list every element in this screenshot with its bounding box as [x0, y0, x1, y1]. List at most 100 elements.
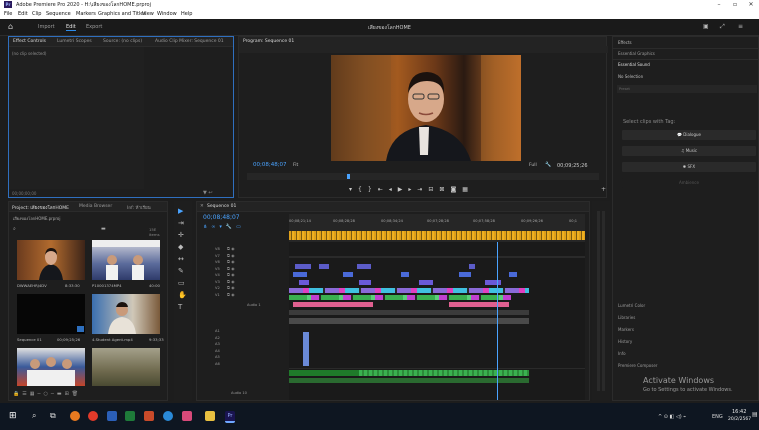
ambience-button[interactable]: Ambience: [622, 178, 756, 188]
tab-source[interactable]: Source: (no clips): [103, 39, 142, 44]
panel-premiere-composer[interactable]: Premiere Composer: [618, 363, 657, 368]
workspace-menu-icon[interactable]: ≡: [738, 23, 743, 30]
workspace-import[interactable]: Import: [38, 24, 55, 30]
task-view-icon[interactable]: ⧉: [50, 411, 56, 421]
audio-clip-a2[interactable]: [289, 378, 529, 383]
home-icon[interactable]: ⌂: [8, 22, 13, 31]
time-ruler[interactable]: 00;08;21;14 00;08;28;28 00;08;34;24 00;0…: [289, 214, 585, 242]
tab-media-browser[interactable]: Media Browser: [79, 204, 112, 209]
go-to-out-icon[interactable]: ⇥: [417, 186, 428, 193]
tab-effect-controls[interactable]: Effect Controls: [13, 39, 46, 44]
menu-sequence[interactable]: Sequence: [46, 11, 71, 17]
file-explorer-icon[interactable]: [205, 411, 215, 421]
step-back-icon[interactable]: ◂: [389, 186, 398, 193]
clock-date[interactable]: 20/2/2567: [728, 417, 751, 422]
filter-icon[interactable]: ▼ ↩: [203, 190, 213, 196]
timeline-tools[interactable]: ⋔∞▾🔧▭: [203, 224, 245, 230]
program-timecode[interactable]: 00;08;48;07: [253, 162, 287, 168]
project-footer-tools[interactable]: 🔒☰▦─○─▬⊞🗑: [13, 391, 163, 399]
button-editor-icon[interactable]: ▦: [462, 186, 474, 193]
video-clip-strip[interactable]: [289, 288, 529, 293]
menu-view[interactable]: View: [142, 11, 154, 17]
app-icon[interactable]: [182, 411, 192, 421]
panel-lumetri-color[interactable]: Lumetri Color: [618, 303, 645, 308]
play-icon[interactable]: ▶: [398, 186, 409, 193]
panel-info[interactable]: Info: [618, 351, 626, 356]
zoom-slider[interactable]: ─○─: [37, 391, 56, 397]
add-button-icon[interactable]: +: [601, 186, 606, 193]
video-clip[interactable]: [343, 272, 353, 277]
clock-time[interactable]: 16:42: [732, 409, 746, 415]
menu-help[interactable]: Help: [181, 11, 192, 17]
video-clip[interactable]: [419, 280, 433, 285]
selection-tool-icon[interactable]: ▶: [178, 207, 183, 215]
v1-clip[interactable]: [289, 318, 529, 324]
word-icon[interactable]: [107, 411, 117, 421]
lock-icon[interactable]: 🔒: [13, 391, 22, 397]
step-forward-icon[interactable]: ▸: [408, 186, 417, 193]
new-bin-icon[interactable]: ▬: [57, 391, 65, 397]
chrome-icon[interactable]: [88, 411, 98, 421]
video-clip[interactable]: [401, 272, 409, 277]
mark-out-icon[interactable]: }: [368, 186, 378, 193]
video-clip[interactable]: [359, 280, 371, 285]
tab-effects[interactable]: Effects: [618, 40, 632, 45]
project-thumb-4[interactable]: [92, 294, 160, 334]
maximize-icon[interactable]: ▫: [727, 0, 743, 9]
video-clip[interactable]: [293, 302, 373, 307]
preset-dropdown[interactable]: Preset: [617, 85, 757, 93]
video-clip[interactable]: [357, 264, 371, 269]
monitor-scrub-bar[interactable]: [247, 173, 599, 180]
track-toggle-icons[interactable]: ⧉ ◉ ⧉ ◉ ⧉ ◉ ⧉ ◉ ⧉ ◉ ⧉ ◉ ⧉ ◉ ⧉ ◉: [227, 246, 235, 298]
project-thumb-1[interactable]: [17, 240, 85, 280]
video-clip[interactable]: [485, 280, 501, 285]
project-thumb-3[interactable]: [17, 294, 85, 334]
minimize-icon[interactable]: –: [711, 0, 727, 9]
export-frame-icon[interactable]: ◙: [450, 186, 462, 193]
tab-essential-graphics[interactable]: Essential Graphics: [618, 51, 655, 56]
ripple-edit-icon[interactable]: ✛: [178, 231, 184, 239]
project-thumb-2[interactable]: [92, 240, 160, 280]
video-clip[interactable]: [469, 264, 475, 269]
menu-graphics[interactable]: Graphics and Titles: [98, 11, 146, 17]
menu-clip[interactable]: Clip: [32, 11, 41, 17]
workspace-export[interactable]: Export: [86, 24, 102, 30]
video-clip[interactable]: [299, 280, 309, 285]
notifications-icon[interactable]: ▤: [752, 411, 758, 418]
firefox-icon[interactable]: [70, 411, 80, 421]
timeline-timecode[interactable]: 00;08;48;07: [203, 214, 240, 221]
hand-icon[interactable]: ✋: [178, 291, 187, 299]
fullscreen-icon[interactable]: ⤢: [720, 23, 725, 31]
transport-controls[interactable]: ▾{}⇤◂▶▸⇥⊟⊠◙▦: [349, 186, 549, 196]
video-clip[interactable]: [459, 272, 471, 277]
excel-icon[interactable]: [125, 411, 135, 421]
close-sequence-icon[interactable]: ✕: [200, 204, 204, 209]
captions-icon[interactable]: ▭: [236, 224, 245, 230]
powerpoint-icon[interactable]: [144, 411, 154, 421]
tab-info[interactable]: Inf: ห้าเรียน: [127, 204, 151, 211]
tab-essential-sound[interactable]: Essential Sound: [618, 62, 650, 67]
sfx-button[interactable]: ✺ SFX: [622, 162, 756, 172]
type-icon[interactable]: T: [178, 303, 182, 311]
slip-icon[interactable]: ↔: [178, 255, 184, 263]
search-icon[interactable]: ⌕: [13, 226, 16, 232]
video-clip[interactable]: [449, 302, 509, 307]
project-thumb-5[interactable]: [17, 348, 85, 386]
edge-icon[interactable]: [163, 411, 173, 421]
panel-history[interactable]: History: [618, 339, 632, 344]
fit-dropdown[interactable]: Fit: [293, 163, 298, 168]
add-marker-icon[interactable]: ▾: [349, 186, 358, 193]
menu-file[interactable]: File: [4, 11, 12, 17]
trash-icon[interactable]: 🗑: [72, 391, 81, 397]
project-thumb-6[interactable]: [92, 348, 160, 386]
tab-lumetri-scopes[interactable]: Lumetri Scopes: [57, 39, 92, 44]
tab-project[interactable]: Project: เสียงของโลกHOME: [12, 204, 69, 211]
lift-icon[interactable]: ⊟: [428, 186, 439, 193]
video-clip-strip[interactable]: [289, 295, 511, 300]
quality-dropdown[interactable]: Full: [529, 163, 537, 168]
bin-icon[interactable]: ▬: [101, 226, 106, 232]
panel-markers[interactable]: Markers: [618, 327, 634, 332]
audio-clip[interactable]: [303, 332, 309, 366]
monitor-playhead[interactable]: [347, 174, 350, 179]
windows-start-icon[interactable]: ⊞: [9, 411, 17, 421]
